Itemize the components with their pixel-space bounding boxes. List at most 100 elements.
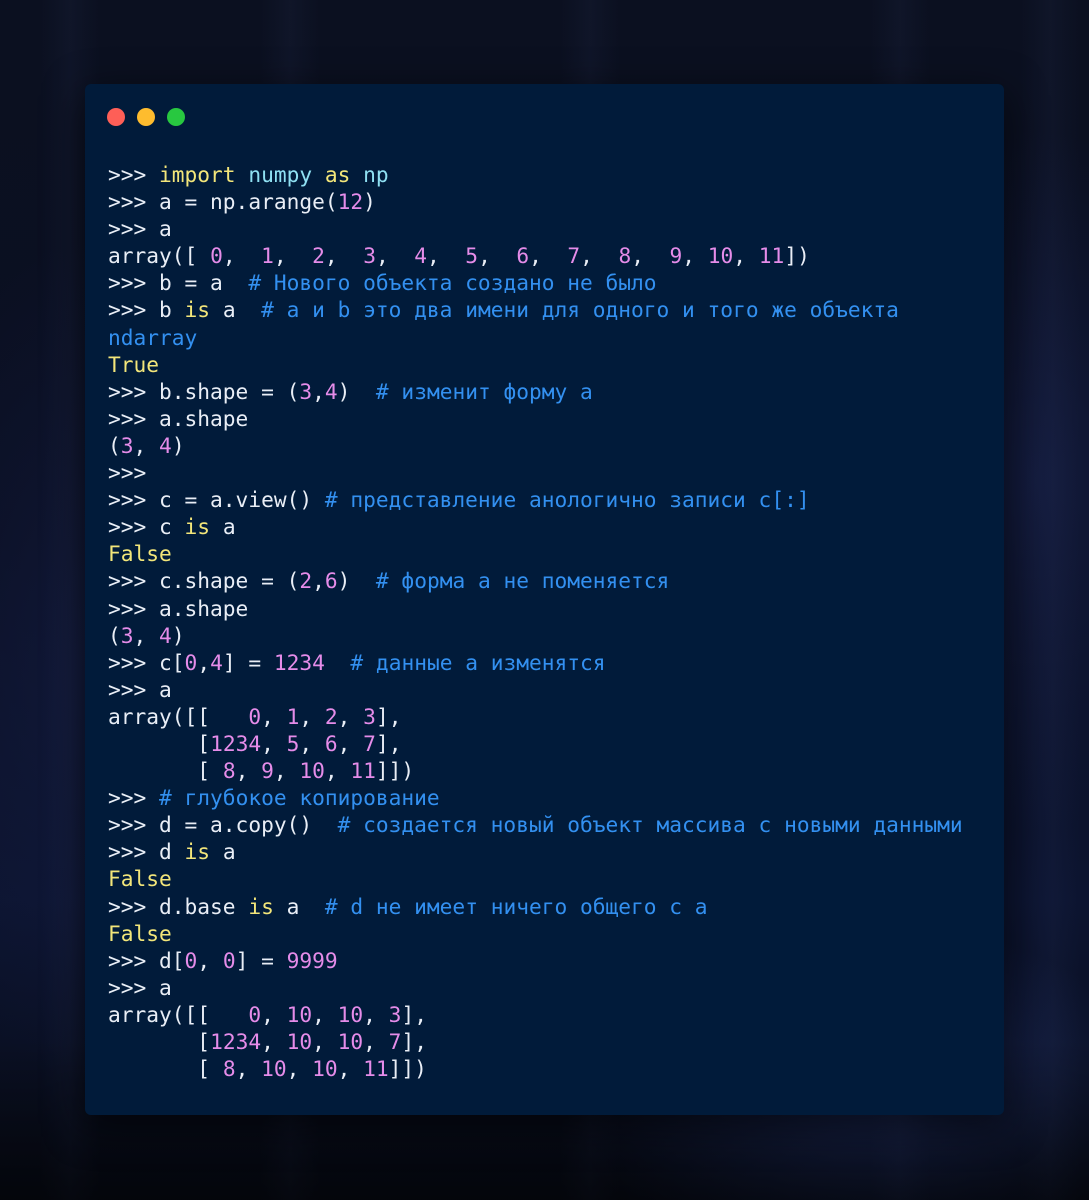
code-text: a — [210, 839, 236, 865]
code-comment: # представление анологично записи c[:] — [324, 487, 810, 513]
code-line: [ 8, 10, 10, 11]]) — [108, 1055, 963, 1082]
code-text: , — [580, 243, 619, 269]
code-line: array([ 0, 1, 2, 3, 4, 5, 6, 7, 8, 9, 10… — [108, 242, 963, 269]
background-curtain-fold — [1020, 0, 1080, 1200]
code-number: 11 — [363, 1056, 389, 1082]
code-text: array([[ — [108, 1001, 249, 1027]
code-line: >>> d.base is a # d не имеет ничего обще… — [108, 893, 963, 920]
code-text: ) — [363, 189, 376, 215]
minimize-dot-icon[interactable] — [137, 108, 155, 126]
code-text: , — [375, 243, 415, 269]
code-number: 1234 — [210, 1029, 262, 1054]
code-number: 3 — [120, 622, 134, 648]
code-text: , — [235, 758, 262, 784]
code-number: 11 — [758, 243, 785, 269]
code-number: 3 — [299, 378, 313, 404]
code-line: [ 8, 9, 10, 11]]) — [108, 757, 963, 784]
code-number: 0 — [184, 649, 198, 675]
code-line: >>> c = a.view() # представление анологи… — [108, 486, 963, 513]
code-text: >>> a — [108, 974, 172, 1000]
code-text: , — [197, 947, 223, 973]
code-number: 8 — [618, 243, 632, 269]
code-number: 2 — [324, 703, 338, 729]
code-text: , — [312, 378, 325, 404]
code-number: 10 — [312, 1056, 338, 1082]
code-text: , — [261, 730, 287, 756]
maximize-dot-icon[interactable] — [167, 108, 185, 126]
code-keyword: is — [184, 839, 211, 865]
code-text: , — [682, 243, 708, 269]
code-text: , — [133, 622, 160, 648]
code-number: 10 — [707, 243, 734, 269]
code-line: ndarray — [108, 324, 963, 351]
code-number: 1234 — [273, 649, 325, 675]
code-text: , — [273, 758, 300, 784]
code-text: >>> a — [108, 676, 172, 702]
code-number: 10 — [299, 758, 325, 784]
code-text: >>> — [108, 162, 160, 187]
code-line: >>> d[0, 0] = 9999 — [108, 947, 963, 974]
code-identifier: np — [363, 162, 389, 187]
code-text: , — [261, 1001, 287, 1027]
code-text: >>> c = a.view() — [108, 487, 325, 513]
code-text: , — [273, 243, 313, 269]
code-line: >>> a = np.arange(12) — [108, 188, 963, 215]
code-number: 4 — [159, 622, 172, 648]
code-number: 8 — [222, 1056, 236, 1082]
code-comment: # Нового объекта создано не было — [248, 270, 657, 296]
code-text: >>> a = np.arange( — [108, 189, 338, 215]
code-line: False — [108, 540, 963, 567]
close-dot-icon[interactable] — [107, 108, 125, 126]
code-line: >>> d = a.copy() # создается новый объек… — [108, 811, 963, 838]
code-number: 0 — [248, 703, 262, 729]
code-number: 8 — [222, 758, 236, 784]
code-number: 4 — [210, 649, 223, 675]
code-comment: # изменит форму a — [375, 378, 593, 404]
code-line: [1234, 10, 10, 7], — [108, 1028, 963, 1055]
code-text: ], — [401, 1001, 427, 1027]
code-text: ) — [171, 622, 185, 648]
code-text: >>> a.shape — [108, 595, 249, 621]
code-text: ) — [171, 432, 185, 458]
code-number: 1234 — [210, 730, 262, 756]
code-number: 7 — [363, 730, 376, 756]
code-text: , — [427, 243, 466, 269]
code-text: >>> c — [108, 514, 185, 540]
code-comment: ndarray — [108, 324, 198, 350]
code-number: 11 — [350, 758, 376, 784]
code-line: (3, 4) — [108, 622, 963, 649]
code-keyword: is — [248, 893, 274, 919]
code-line: >>> # глубокое копирование — [108, 784, 963, 811]
code-text: , — [261, 703, 287, 729]
code-text: ) — [337, 568, 376, 594]
code-number: 0 — [184, 947, 198, 973]
code-number: 7 — [567, 243, 581, 269]
code-text: , — [363, 1001, 389, 1027]
code-comment: # создается новый объект массива с новым… — [337, 812, 963, 838]
code-text: [ — [108, 758, 223, 784]
code-text: ], — [375, 703, 402, 729]
code-text: >>> d = a.copy() — [108, 812, 338, 838]
code-text: , — [324, 243, 364, 269]
code-text: , — [222, 243, 262, 269]
code-text: ] = — [235, 947, 287, 973]
code-number: 1 — [286, 703, 300, 729]
code-text: >>> a — [108, 216, 172, 242]
code-text: , — [631, 243, 670, 269]
code-window: >>> import numpy as np >>> a = np.arange(… — [85, 84, 1004, 1115]
code-comment: # d не имеет ничего общего с a — [324, 893, 708, 919]
code-text: ]) — [784, 243, 810, 269]
code-number: 0 — [210, 243, 223, 269]
code-keyword: import — [159, 162, 236, 187]
code-number: 4 — [324, 378, 338, 404]
code-line: >>> — [108, 459, 963, 486]
code-text: , — [312, 1001, 338, 1027]
code-line: >>> a.shape — [108, 405, 963, 432]
code-comment: # глубокое копирование — [159, 785, 440, 811]
code-text: ( — [108, 622, 121, 648]
code-number: 3 — [363, 243, 376, 269]
code-comment: # данные a изменятся — [350, 649, 606, 675]
code-text: >>> d.base — [108, 893, 249, 919]
code-keyword: is — [184, 514, 211, 540]
